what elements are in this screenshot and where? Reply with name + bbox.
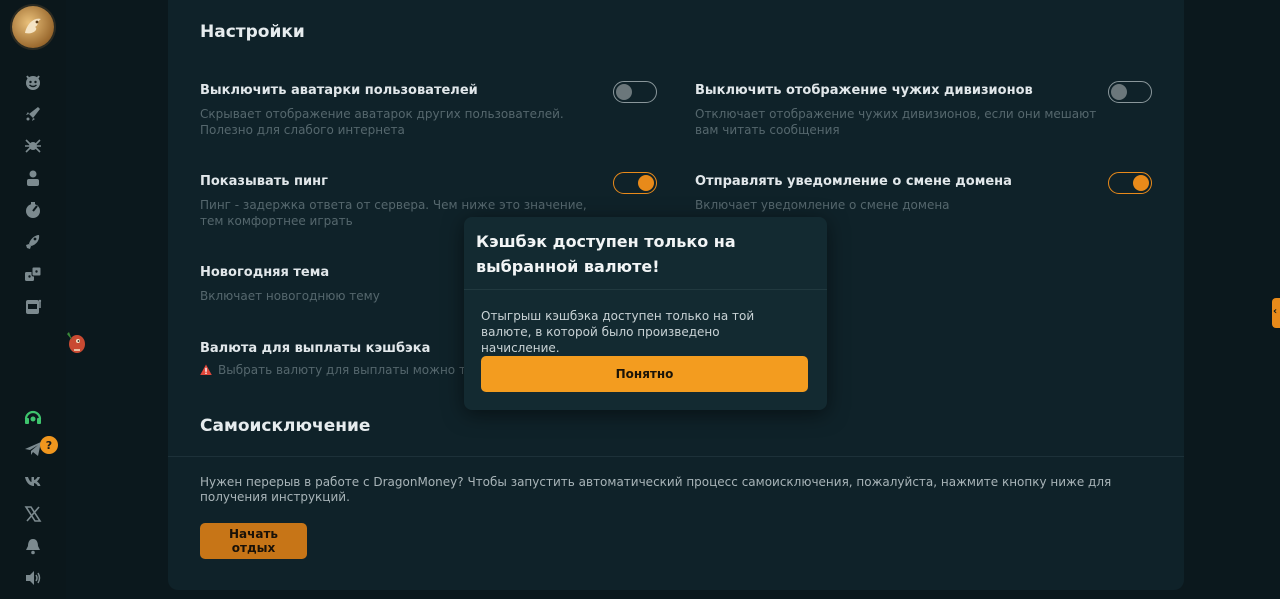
sound-icon[interactable]: [22, 567, 44, 589]
sidebar: ?: [0, 0, 66, 599]
modal-body: Отыгрыш кэшбэка доступен только на той в…: [481, 309, 755, 355]
setting-desc-avatars: Скрывает отображение аватарок других пол…: [200, 107, 564, 137]
crash-icon[interactable]: [22, 199, 44, 221]
modal-title: Кэшбэк доступен только на выбранной валю…: [476, 232, 736, 276]
self-exclusion-heading: Самоисключение: [200, 416, 371, 436]
toggle-knob: [1111, 84, 1127, 100]
cashback-warning-text: Выбрать валюту для выплаты можно толь: [218, 363, 489, 377]
modal-divider: [464, 289, 827, 290]
bell-icon[interactable]: [22, 535, 44, 557]
toggle-knob: [616, 84, 632, 100]
vk-icon[interactable]: [22, 470, 44, 492]
mascot-icon[interactable]: [64, 328, 88, 356]
warning-icon: [200, 364, 212, 375]
divider: [168, 456, 1184, 457]
x-icon[interactable]: [22, 503, 44, 525]
toggle-domain-notify[interactable]: [1108, 172, 1152, 194]
rocket-launch-icon[interactable]: [22, 231, 44, 253]
start-rest-button[interactable]: Начать отдых: [200, 523, 307, 559]
rocket-icon[interactable]: [22, 103, 44, 125]
self-exclusion-desc: Нужен перерыв в работе с DragonMoney? Чт…: [200, 475, 1112, 504]
setting-desc-divisions: Отключает отображение чужих дивизионов, …: [695, 107, 1097, 137]
support-headset-icon[interactable]: [22, 406, 44, 428]
setting-title-divisions: Выключить отображение чужих дивизионов: [695, 83, 1033, 98]
setting-title-ping: Показывать пинг: [200, 174, 328, 189]
setting-desc-domain-notify: Включает уведомление о смене домена: [695, 198, 950, 212]
toggle-avatars[interactable]: [613, 81, 657, 103]
dragon-logo-icon: [25, 18, 41, 34]
smile-icon[interactable]: [22, 71, 44, 93]
chat-toggle-tab[interactable]: ‹: [1272, 298, 1280, 328]
cashback-warning: Выбрать валюту для выплаты можно толь: [200, 363, 488, 377]
setting-desc-new-year: Включает новогоднюю тему: [200, 289, 380, 303]
spider-icon[interactable]: [22, 135, 44, 157]
cashback-modal: Кэшбэк доступен только на выбранной валю…: [464, 217, 827, 410]
logo[interactable]: [12, 6, 54, 48]
notification-badge: ?: [40, 436, 58, 454]
modal-ok-button[interactable]: Понятно: [481, 356, 808, 392]
settings-heading: Настройки: [200, 22, 305, 42]
toggle-knob: [638, 175, 654, 191]
toggle-knob: [1133, 175, 1149, 191]
chevron-left-icon: ‹: [1273, 306, 1278, 317]
app-root: ? Настройки Выключить аватарки пользоват…: [0, 0, 1280, 599]
setting-title-cashback: Валюта для выплаты кэшбэка: [200, 341, 431, 356]
person-icon[interactable]: [22, 167, 44, 189]
setting-title-new-year: Новогодняя тема: [200, 265, 330, 280]
dice-icon[interactable]: [22, 263, 44, 285]
slot-machine-icon[interactable]: [22, 295, 44, 317]
setting-title-domain-notify: Отправлять уведомление о смене домена: [695, 174, 1012, 189]
toggle-ping[interactable]: [613, 172, 657, 194]
toggle-divisions[interactable]: [1108, 81, 1152, 103]
setting-title-avatars: Выключить аватарки пользователей: [200, 83, 478, 98]
